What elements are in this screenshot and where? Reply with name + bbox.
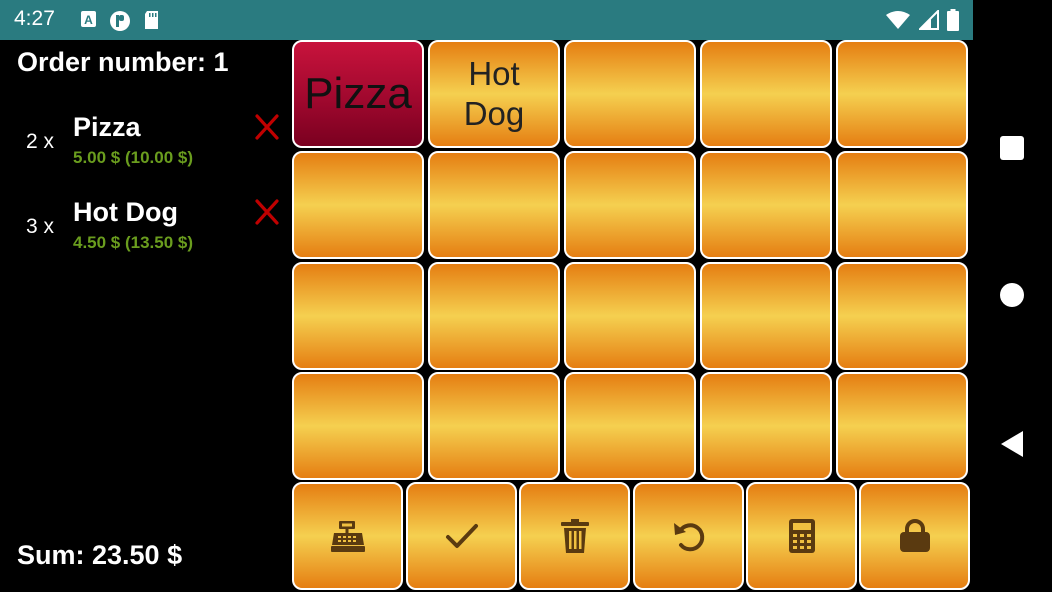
remove-item-icon[interactable] xyxy=(252,197,282,227)
status-time: 4:27 xyxy=(14,7,55,30)
cash-register-button[interactable] xyxy=(292,482,403,590)
product-tile-empty[interactable] xyxy=(564,40,696,148)
lock-button[interactable] xyxy=(859,482,970,590)
status-bar: 4:27 A xyxy=(0,0,973,40)
product-tile-empty[interactable] xyxy=(836,372,968,480)
product-tile-empty[interactable] xyxy=(700,372,832,480)
remove-item-icon[interactable] xyxy=(252,112,282,142)
order-item[interactable]: 3 x Hot Dog 4.50 $ (13.50 $) xyxy=(0,195,290,265)
delete-button[interactable] xyxy=(519,482,630,590)
product-tile-empty[interactable] xyxy=(292,372,424,480)
product-tile-empty[interactable] xyxy=(428,262,560,370)
calculator-button[interactable] xyxy=(746,482,857,590)
product-tile-empty[interactable] xyxy=(700,262,832,370)
battery-icon xyxy=(947,9,959,31)
product-tile-empty[interactable] xyxy=(700,40,832,148)
order-sum: Sum: 23.50 $ xyxy=(17,540,183,570)
order-item-price: 4.50 $ (13.50 $) xyxy=(73,233,194,252)
back-triangle-icon[interactable] xyxy=(999,430,1025,458)
calculator-icon xyxy=(788,519,815,553)
order-item-name: Pizza xyxy=(73,112,141,142)
navigation-bar xyxy=(973,0,1052,592)
wifi-icon xyxy=(886,11,910,29)
product-tile-empty[interactable] xyxy=(292,151,424,259)
square-icon[interactable] xyxy=(999,135,1025,161)
order-number-title: Order number: 1 xyxy=(17,47,229,77)
product-tile-hot-dog[interactable]: Hot Dog xyxy=(428,40,560,148)
confirm-button[interactable] xyxy=(406,482,517,590)
status-icons-right xyxy=(885,9,959,31)
a-box-icon: A xyxy=(81,11,96,27)
product-tile-empty[interactable] xyxy=(428,372,560,480)
product-tile-empty[interactable] xyxy=(836,262,968,370)
lock-icon xyxy=(899,519,930,552)
order-item-quantity: 3 x xyxy=(26,215,55,238)
product-tile-pizza[interactable]: Pizza xyxy=(292,40,424,148)
check-icon xyxy=(445,524,478,548)
trash-icon xyxy=(560,519,589,553)
product-tile-empty[interactable] xyxy=(428,151,560,259)
order-item-quantity: 2 x xyxy=(26,130,55,153)
status-icons-left: A xyxy=(80,10,160,32)
cash-register-icon xyxy=(330,521,365,552)
product-tile-empty[interactable] xyxy=(564,372,696,480)
circle-icon[interactable] xyxy=(999,282,1025,308)
undo-button[interactable] xyxy=(633,482,744,590)
order-item-price: 5.00 $ (10.00 $) xyxy=(73,148,194,167)
product-tile-empty[interactable] xyxy=(292,262,424,370)
undo-icon xyxy=(673,523,704,552)
product-tile-empty[interactable] xyxy=(836,151,968,259)
product-tile-empty[interactable] xyxy=(564,262,696,370)
sd-card-icon xyxy=(145,11,158,29)
order-panel: Order number: 1 2 x Pizza 5.00 $ (10.00 … xyxy=(0,40,290,592)
order-item[interactable]: 2 x Pizza 5.00 $ (10.00 $) xyxy=(0,110,290,180)
product-tile-empty[interactable] xyxy=(836,40,968,148)
product-tile-empty[interactable] xyxy=(564,151,696,259)
order-item-name: Hot Dog xyxy=(73,197,178,227)
p-circle-icon xyxy=(110,11,130,31)
svg-text:A: A xyxy=(84,13,93,27)
signal-icon xyxy=(919,10,939,30)
product-tile-empty[interactable] xyxy=(700,151,832,259)
